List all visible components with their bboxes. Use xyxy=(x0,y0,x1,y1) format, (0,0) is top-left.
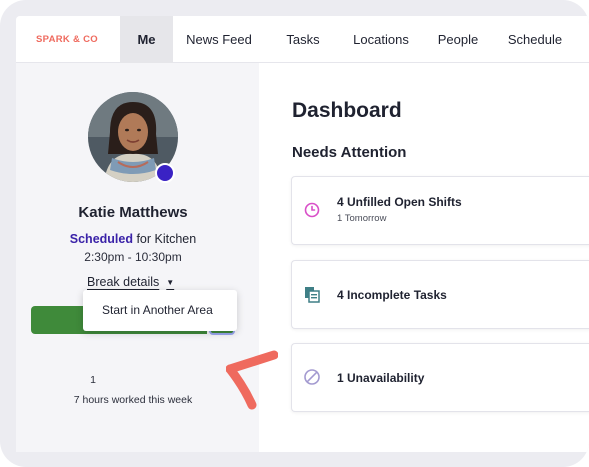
app-window: SPARK & CO Me News Feed Tasks Locations … xyxy=(16,16,589,452)
documents-icon xyxy=(305,287,320,303)
tab-locations[interactable]: Locations xyxy=(346,16,416,63)
annotation-arrow-icon xyxy=(226,350,278,410)
card-incomplete-tasks[interactable]: 4 Incomplete Tasks xyxy=(291,260,589,329)
schedule-status: Scheduled for Kitchen xyxy=(16,232,250,246)
schedule-status-keyword: Scheduled xyxy=(69,232,133,246)
tab-news-feed[interactable]: News Feed xyxy=(180,16,258,63)
section-title-needs-attention: Needs Attention xyxy=(292,144,407,161)
hours-worked-week: 7 hours worked this week xyxy=(73,394,193,406)
caret-down-icon: ▼ xyxy=(166,278,175,287)
hours-count-partial: 1 xyxy=(90,374,96,386)
break-details-toggle[interactable]: Break details ▼ xyxy=(87,275,174,289)
card-subtitle: 1 Tomorrow xyxy=(337,213,387,224)
screenshot-frame: SPARK & CO Me News Feed Tasks Locations … xyxy=(0,0,589,467)
card-unavailability[interactable]: 1 Unavailability xyxy=(291,343,589,412)
page-title: Dashboard xyxy=(292,99,402,122)
card-title: 1 Unavailability xyxy=(337,371,425,385)
card-title: 4 Incomplete Tasks xyxy=(337,288,447,302)
shift-time: 2:30pm - 10:30pm xyxy=(84,250,182,264)
tab-schedule[interactable]: Schedule xyxy=(500,16,570,63)
tab-tasks[interactable]: Tasks xyxy=(274,16,332,63)
online-status-indicator xyxy=(155,163,175,183)
schedule-status-location: for Kitchen xyxy=(132,232,197,246)
employee-name: Katie Matthews xyxy=(78,204,188,221)
card-title: 4 Unfilled Open Shifts xyxy=(337,195,462,209)
start-in-another-area-menu-item[interactable]: Start in Another Area xyxy=(83,290,237,331)
profile-panel: Katie Matthews Scheduled for Kitchen 2:3… xyxy=(16,63,258,452)
tab-people[interactable]: People xyxy=(430,16,486,63)
clock-icon xyxy=(304,202,320,218)
brand-logo[interactable]: SPARK & CO xyxy=(36,34,98,45)
card-unfilled-open-shifts[interactable]: 4 Unfilled Open Shifts 1 Tomorrow xyxy=(291,176,589,245)
tab-me[interactable]: Me xyxy=(120,16,173,63)
slash-circle-icon xyxy=(304,369,320,385)
top-navigation: SPARK & CO Me News Feed Tasks Locations … xyxy=(16,16,589,63)
break-details-label: Break details xyxy=(87,275,160,289)
dashboard-main: Dashboard Needs Attention 4 Unfilled Ope… xyxy=(259,63,589,452)
